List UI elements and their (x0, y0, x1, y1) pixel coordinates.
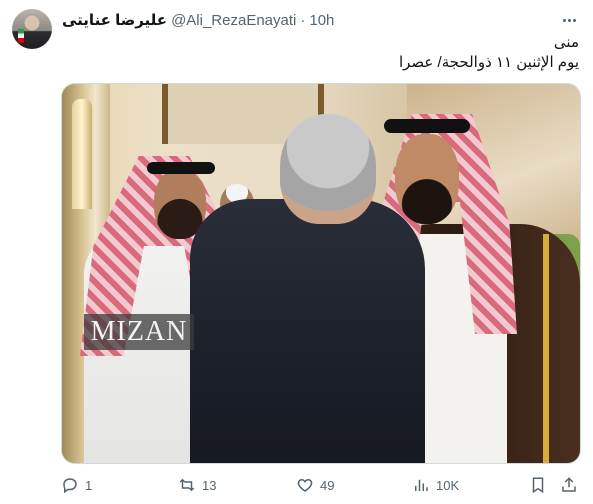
tweet-card: علیرضا عنایتی @Ali_RezaEnayati · 10h منی… (0, 0, 593, 504)
views-button[interactable]: 10K (412, 476, 459, 494)
tweet-media-image[interactable]: MIZAN (61, 83, 581, 464)
tweet-action-bar: 1 13 49 10K (61, 474, 579, 496)
reply-icon (63, 478, 77, 494)
header-separator: · (300, 11, 306, 29)
left-person-agal (147, 162, 215, 174)
tweet-text-line-1: منی (553, 34, 579, 51)
retweet-count: 13 (202, 477, 217, 493)
share-icon (562, 477, 576, 492)
author-display-name[interactable]: علیرضا عنایتی (62, 11, 167, 29)
like-button[interactable]: 49 (296, 476, 334, 494)
heart-icon (297, 478, 313, 492)
more-dots-icon[interactable] (559, 10, 579, 30)
right-person-agal (384, 119, 470, 133)
center-person-suit-back (190, 199, 425, 463)
background-tower-decoration (72, 99, 92, 209)
tweet-text-line-2: یوم الإثنین ۱۱ ذوالحجة/ عصرا (398, 54, 579, 71)
author-handle[interactable]: @Ali_RezaEnayati (171, 12, 296, 29)
views-count: 10K (436, 477, 460, 493)
retweet-button[interactable]: 13 (178, 476, 216, 494)
tweet-header: علیرضا عنایتی @Ali_RezaEnayati · 10h (62, 10, 334, 30)
reply-count: 1 (85, 477, 93, 493)
media-watermark: MIZAN (84, 314, 194, 350)
center-person-head (280, 114, 376, 224)
views-chart-icon (415, 479, 428, 491)
avatar[interactable] (12, 9, 52, 49)
share-button[interactable] (560, 476, 578, 494)
retweet-icon (179, 478, 195, 492)
bookmark-icon (532, 477, 544, 494)
bookmark-button[interactable] (529, 476, 547, 494)
right-person-face (395, 134, 459, 224)
like-count: 49 (320, 477, 335, 493)
reply-button[interactable]: 1 (61, 476, 92, 494)
flag-pin-icon (18, 29, 24, 43)
tweet-time[interactable]: 10h (309, 12, 334, 29)
